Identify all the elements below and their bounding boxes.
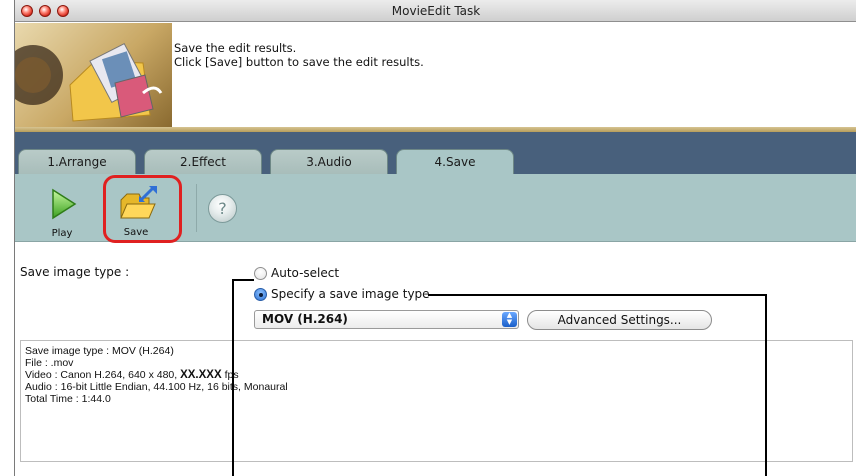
save-type-selected-value: MOV (H.264) <box>262 312 348 326</box>
auto-select-label: Auto-select <box>271 266 340 280</box>
header-description: Save the edit results. Click [Save] butt… <box>174 41 424 69</box>
callout-line-specify-h <box>428 294 766 296</box>
callout-line-specify-v <box>765 294 767 476</box>
tab-audio[interactable]: 3.Audio <box>270 149 388 174</box>
info-video-suffix: fps <box>221 369 239 381</box>
info-video-fps: XX.XXX <box>180 369 222 381</box>
save-type-select[interactable]: MOV (H.264) ▲ ▼ <box>254 310 519 329</box>
movieedit-window: MovieEdit Task Save the edit results. Cl… <box>14 0 856 476</box>
title-bar: MovieEdit Task <box>15 0 856 22</box>
save-settings-panel: Save image type : Auto-select Specify a … <box>15 243 856 476</box>
play-label: Play <box>51 228 73 239</box>
save-info-box: Save image type : MOV (H.264) File : .mo… <box>20 340 853 462</box>
info-line-audio: Audio : 16-bit Little Endian, 44.100 Hz,… <box>25 381 848 393</box>
advanced-settings-button[interactable]: Advanced Settings... <box>527 310 712 330</box>
auto-select-radio[interactable] <box>254 267 267 280</box>
tab-bar: 1.Arrange 2.Effect 3.Audio 4.Save <box>15 132 856 175</box>
toolbar-divider <box>196 184 197 232</box>
info-video-prefix: Video : Canon H.264, 640 x 480, <box>25 369 181 381</box>
task-header: Save the edit results. Click [Save] butt… <box>15 23 856 127</box>
specify-type-label: Specify a save image type <box>271 287 430 301</box>
header-line-2: Click [Save] button to save the edit res… <box>174 55 424 69</box>
info-line-total-time: Total Time : 1:44.0 <box>25 393 111 405</box>
tab-arrange[interactable]: 1.Arrange <box>18 149 136 174</box>
callout-line-auto-v <box>232 279 234 476</box>
tab-save[interactable]: 4.Save <box>396 149 514 175</box>
help-icon[interactable]: ? <box>208 194 237 223</box>
info-audio-b: Hz, 16 bits, Monaural <box>188 381 288 393</box>
play-button[interactable]: Play <box>31 180 93 239</box>
header-line-1: Save the edit results. <box>174 41 297 55</box>
save-image-type-label: Save image type : <box>20 265 130 279</box>
tab-effect[interactable]: 2.Effect <box>144 149 262 174</box>
info-line-file: File : .mov <box>25 357 74 369</box>
info-audio-a: Audio : 16-bit Little Endian, 44.100 <box>25 381 189 393</box>
save-highlight-annotation <box>103 175 182 243</box>
info-line-video: Video : Canon H.264, 640 x 480, XX.XXX f… <box>25 369 848 381</box>
header-art-icon <box>15 23 172 127</box>
chevron-updown-icon: ▲ ▼ <box>502 312 517 327</box>
play-icon <box>52 188 77 220</box>
window-title: MovieEdit Task <box>391 4 481 18</box>
callout-line-auto-h <box>232 279 254 281</box>
info-line-type: Save image type : MOV (H.264) <box>25 345 174 357</box>
specify-type-radio[interactable] <box>254 288 267 301</box>
